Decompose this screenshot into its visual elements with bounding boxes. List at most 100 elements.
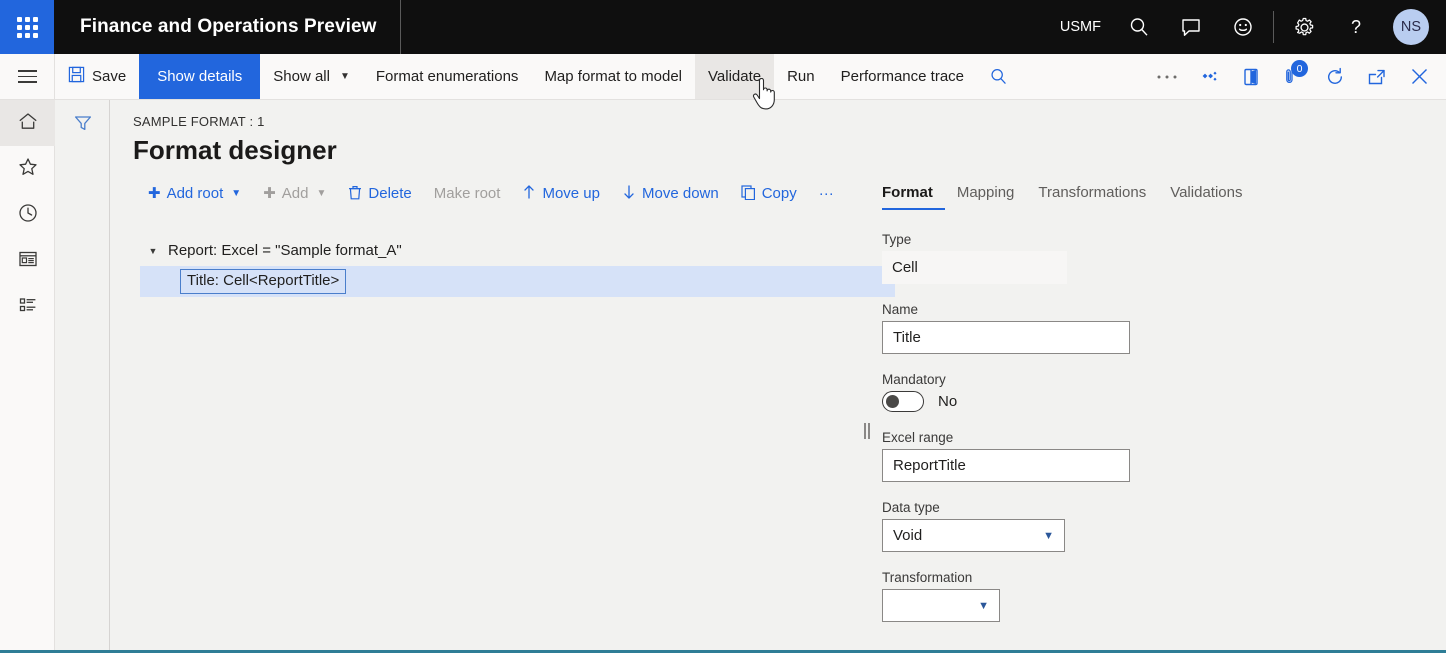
close-icon[interactable]	[1398, 54, 1440, 99]
filter-column	[55, 100, 110, 653]
move-up-label: Move up	[542, 185, 600, 202]
move-up-button[interactable]: Move up	[512, 180, 610, 207]
panel-splitter[interactable]	[862, 422, 872, 440]
data-type-value: Void	[893, 527, 923, 544]
delete-button[interactable]: Delete	[338, 181, 421, 207]
message-icon[interactable]	[1165, 0, 1217, 54]
field-data-type: Data type Void ▼	[882, 500, 1442, 552]
format-enumerations-button[interactable]: Format enumerations	[363, 54, 532, 99]
avatar[interactable]: NS	[1393, 9, 1429, 45]
search-icon[interactable]	[1113, 0, 1165, 54]
expand-collapse-icon[interactable]: ▼	[140, 246, 166, 256]
clock-icon	[17, 202, 39, 229]
page-title: Format designer	[133, 135, 337, 165]
svg-text:?: ?	[1351, 17, 1361, 37]
trash-icon	[348, 185, 362, 203]
make-root-label: Make root	[433, 185, 501, 202]
home-icon	[17, 110, 39, 137]
overflow-menu-icon[interactable]	[1146, 54, 1188, 99]
properties-fields: Type Cell Name Title Mandatory No Excel …	[882, 210, 1442, 622]
data-type-select[interactable]: Void ▼	[882, 519, 1065, 552]
chevron-down-icon: ▼	[339, 71, 350, 82]
transformation-label: Transformation	[882, 570, 973, 585]
chevron-down-icon: ▼	[316, 188, 327, 199]
copy-button[interactable]: Copy	[731, 181, 807, 207]
excel-range-input[interactable]: ReportTitle	[882, 449, 1130, 482]
type-label: Type	[882, 232, 912, 247]
move-down-button[interactable]: Move down	[612, 180, 729, 207]
chevron-down-icon: ▼	[978, 599, 989, 612]
workspace-icon	[17, 248, 39, 275]
validate-button[interactable]: Validate	[695, 54, 775, 99]
name-input[interactable]: Title	[882, 321, 1130, 354]
settings-gear-icon[interactable]	[1278, 0, 1330, 54]
sidebar-item-workspaces[interactable]	[0, 238, 55, 284]
copy-label: Copy	[761, 185, 797, 202]
open-in-new-window-icon[interactable]	[1356, 54, 1398, 99]
save-label: Save	[92, 68, 127, 85]
show-all-button[interactable]: Show all ▼	[260, 54, 363, 99]
office-icon[interactable]	[1230, 54, 1272, 99]
excel-range-label: Excel range	[882, 430, 954, 445]
move-down-label: Move down	[642, 185, 719, 202]
mandatory-toggle[interactable]	[882, 391, 924, 412]
command-search-icon[interactable]	[977, 54, 1019, 99]
topbar-right-group: USMF ? NS	[1048, 0, 1446, 54]
toggle-knob	[886, 395, 899, 408]
add-label: Add	[281, 185, 309, 202]
run-button[interactable]: Run	[774, 54, 828, 99]
transformation-select[interactable]: ▼	[882, 589, 1000, 622]
filter-icon[interactable]	[55, 100, 110, 146]
add-button[interactable]: ✚ Add ▼	[253, 181, 336, 206]
tab-validations[interactable]: Validations	[1158, 180, 1254, 210]
add-root-button[interactable]: ✚ Add root ▼	[138, 181, 251, 206]
show-details-button[interactable]: Show details	[139, 54, 261, 99]
field-excel-range: Excel range ReportTitle	[882, 430, 1442, 482]
format-tree: ▼ Report: Excel = "Sample format_A" Titl…	[140, 235, 895, 297]
save-button[interactable]: Save	[55, 54, 139, 99]
make-root-button[interactable]: Make root	[424, 181, 511, 206]
modules-icon	[17, 294, 39, 321]
sidebar-item-recent[interactable]	[0, 192, 55, 238]
tree-row[interactable]: ▼ Report: Excel = "Sample format_A"	[140, 235, 895, 266]
save-icon	[68, 66, 85, 87]
left-navigation-rail	[0, 100, 55, 653]
refresh-icon[interactable]	[1314, 54, 1356, 99]
personalize-icon[interactable]	[1188, 54, 1230, 99]
tree-node-label: Title: Cell<ReportTitle>	[180, 269, 347, 294]
attachments-icon[interactable]: 0	[1272, 54, 1314, 99]
performance-trace-button[interactable]: Performance trace	[828, 54, 977, 99]
mandatory-toggle-row: No	[882, 391, 1442, 412]
mandatory-value: No	[938, 393, 958, 410]
tab-format[interactable]: Format	[882, 180, 945, 210]
top-navigation-bar: Finance and Operations Preview USMF ? NS	[0, 0, 1446, 54]
tab-transformations[interactable]: Transformations	[1026, 180, 1158, 210]
topbar-divider	[1273, 11, 1274, 43]
type-value: Cell	[882, 251, 1067, 284]
delete-label: Delete	[368, 185, 412, 202]
waffle-icon[interactable]	[0, 0, 54, 54]
sidebar-item-home[interactable]	[0, 100, 55, 146]
arrow-up-icon	[522, 184, 536, 203]
field-type: Type Cell	[882, 232, 1442, 284]
data-type-label: Data type	[882, 500, 940, 515]
command-bar: Save Show details Show all ▼ Format enum…	[0, 54, 1446, 100]
chevron-down-icon: ▼	[231, 188, 242, 199]
app-title: Finance and Operations Preview	[80, 16, 377, 37]
help-icon[interactable]: ?	[1330, 0, 1382, 54]
company-label[interactable]: USMF	[1048, 19, 1113, 35]
sidebar-item-modules[interactable]	[0, 284, 55, 330]
feedback-icon[interactable]	[1217, 0, 1269, 54]
tree-row[interactable]: Title: Cell<ReportTitle>	[140, 266, 895, 297]
field-mandatory: Mandatory No	[882, 372, 1442, 412]
map-format-to-model-button[interactable]: Map format to model	[531, 54, 695, 99]
more-actions-button[interactable]: ···	[809, 181, 844, 206]
name-label: Name	[882, 302, 919, 317]
plus-icon: ✚	[263, 185, 276, 202]
hamburger-lines	[17, 66, 37, 87]
tab-mapping[interactable]: Mapping	[945, 180, 1027, 210]
sidebar-item-favorites[interactable]	[0, 146, 55, 192]
hamburger-icon[interactable]	[0, 54, 55, 99]
plus-icon: ✚	[148, 185, 161, 202]
command-bar-right: 0	[1146, 54, 1446, 99]
